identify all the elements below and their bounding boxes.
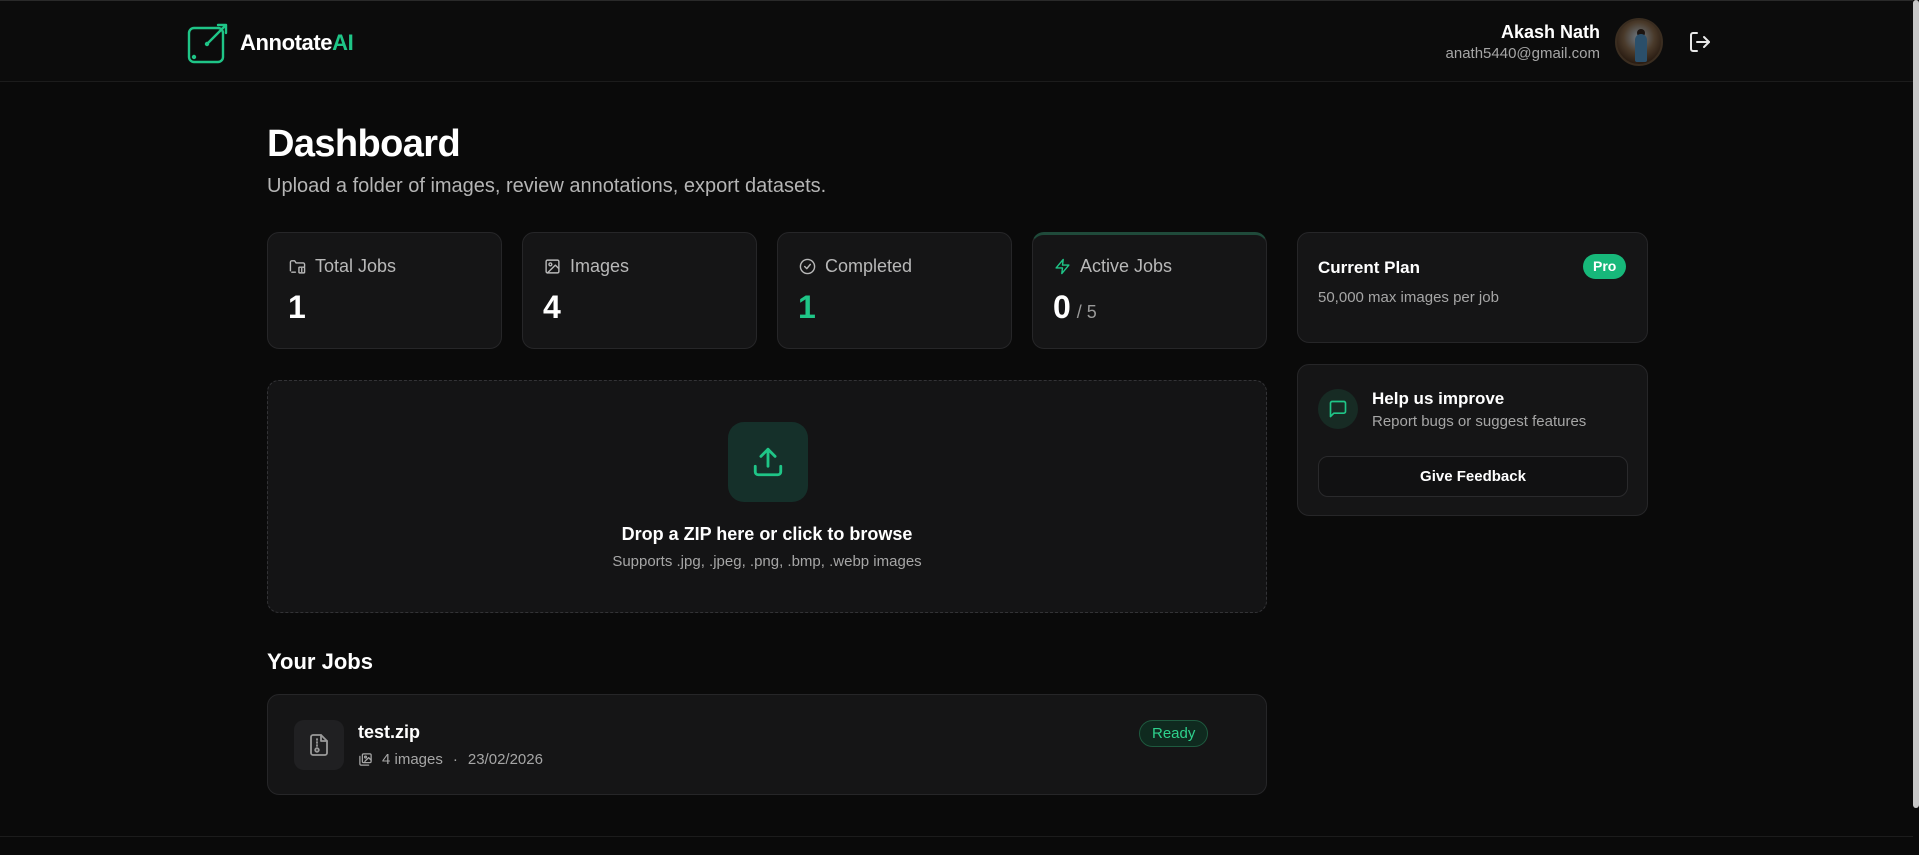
- avatar[interactable]: [1615, 18, 1663, 66]
- scrollbar[interactable]: [1913, 0, 1919, 808]
- upload-title: Drop a ZIP here or click to browse: [621, 524, 913, 544]
- user-name: Akash Nath: [1500, 22, 1600, 42]
- upload-dropzone[interactable]: Drop a ZIP here or click to browse Suppo…: [267, 380, 1267, 613]
- job-meta: 4 images · 23/02/2026: [358, 751, 543, 768]
- image-icon: [545, 259, 560, 274]
- plan-badge: Pro: [1583, 254, 1627, 279]
- upload-subtitle: Supports .jpg, .jpeg, .png, .bmp, .webp …: [612, 553, 922, 570]
- user-email: anath5440@gmail.com: [1445, 45, 1600, 62]
- footer-divider: [0, 836, 1913, 837]
- meta-separator: ·: [452, 751, 458, 768]
- folder-icon: [289, 260, 306, 274]
- give-feedback-button[interactable]: Give Feedback: [1318, 456, 1628, 497]
- job-date: 23/02/2026: [467, 751, 543, 768]
- feedback-card: Help us improve Report bugs or suggest f…: [1297, 364, 1648, 516]
- status-badge: Ready: [1139, 720, 1209, 747]
- logo-icon: [187, 23, 228, 64]
- stat-card-active-jobs: Active Jobs 0/ 5: [1032, 232, 1267, 349]
- user-info: Akash Nath anath5440@gmail.com: [1446, 21, 1600, 64]
- jobs-heading: Your Jobs: [267, 649, 373, 674]
- upload-icon: [753, 447, 783, 477]
- stat-value-images: 4: [543, 289, 561, 325]
- job-name: test.zip: [358, 722, 421, 742]
- stat-label: Total Jobs: [289, 256, 396, 277]
- feedback-title: Help us improve: [1372, 389, 1505, 408]
- current-plan-card: Current Plan Pro 50,000 max images per j…: [1297, 232, 1648, 343]
- feedback-subtitle: Report bugs or suggest features: [1372, 413, 1587, 430]
- top-header: AnnotateAI Akash Nath anath5440@gmail.co…: [0, 0, 1913, 82]
- stat-card-completed: Completed 1: [777, 232, 1012, 349]
- zip-file-icon-box: [294, 720, 344, 770]
- stat-card-total-jobs: Total Jobs 1: [267, 232, 502, 349]
- plan-description: 50,000 max images per job: [1318, 289, 1499, 306]
- message-icon-box: [1318, 389, 1358, 429]
- stat-value-active-jobs: 0/ 5: [1053, 289, 1097, 325]
- page-title: Dashboard: [267, 123, 461, 165]
- zap-icon: [1055, 258, 1070, 275]
- app-page: AnnotateAI Akash Nath anath5440@gmail.co…: [0, 0, 1919, 855]
- logout-icon[interactable]: [1688, 30, 1712, 54]
- stat-value-total-jobs: 1: [288, 289, 306, 325]
- zip-file-icon: [310, 734, 328, 756]
- stat-label: Completed: [799, 256, 912, 277]
- plan-title: Current Plan: [1318, 258, 1421, 277]
- job-image-count: 4 images: [382, 751, 443, 768]
- stat-card-images: Images 4: [522, 232, 757, 349]
- stat-label: Images: [544, 256, 629, 277]
- check-circle-icon: [799, 258, 816, 275]
- images-icon: [359, 753, 372, 766]
- stat-label: Active Jobs: [1054, 256, 1172, 277]
- stat-value-completed: 1: [798, 289, 816, 325]
- upload-icon-box: [728, 422, 808, 502]
- page-subtitle: Upload a folder of images, review annota…: [267, 175, 827, 197]
- message-icon: [1329, 400, 1347, 418]
- logo-text: AnnotateAI: [240, 30, 354, 55]
- job-row[interactable]: test.zip 4 images · 23/02/2026 Ready: [267, 694, 1267, 795]
- app-logo[interactable]: AnnotateAI: [187, 22, 354, 64]
